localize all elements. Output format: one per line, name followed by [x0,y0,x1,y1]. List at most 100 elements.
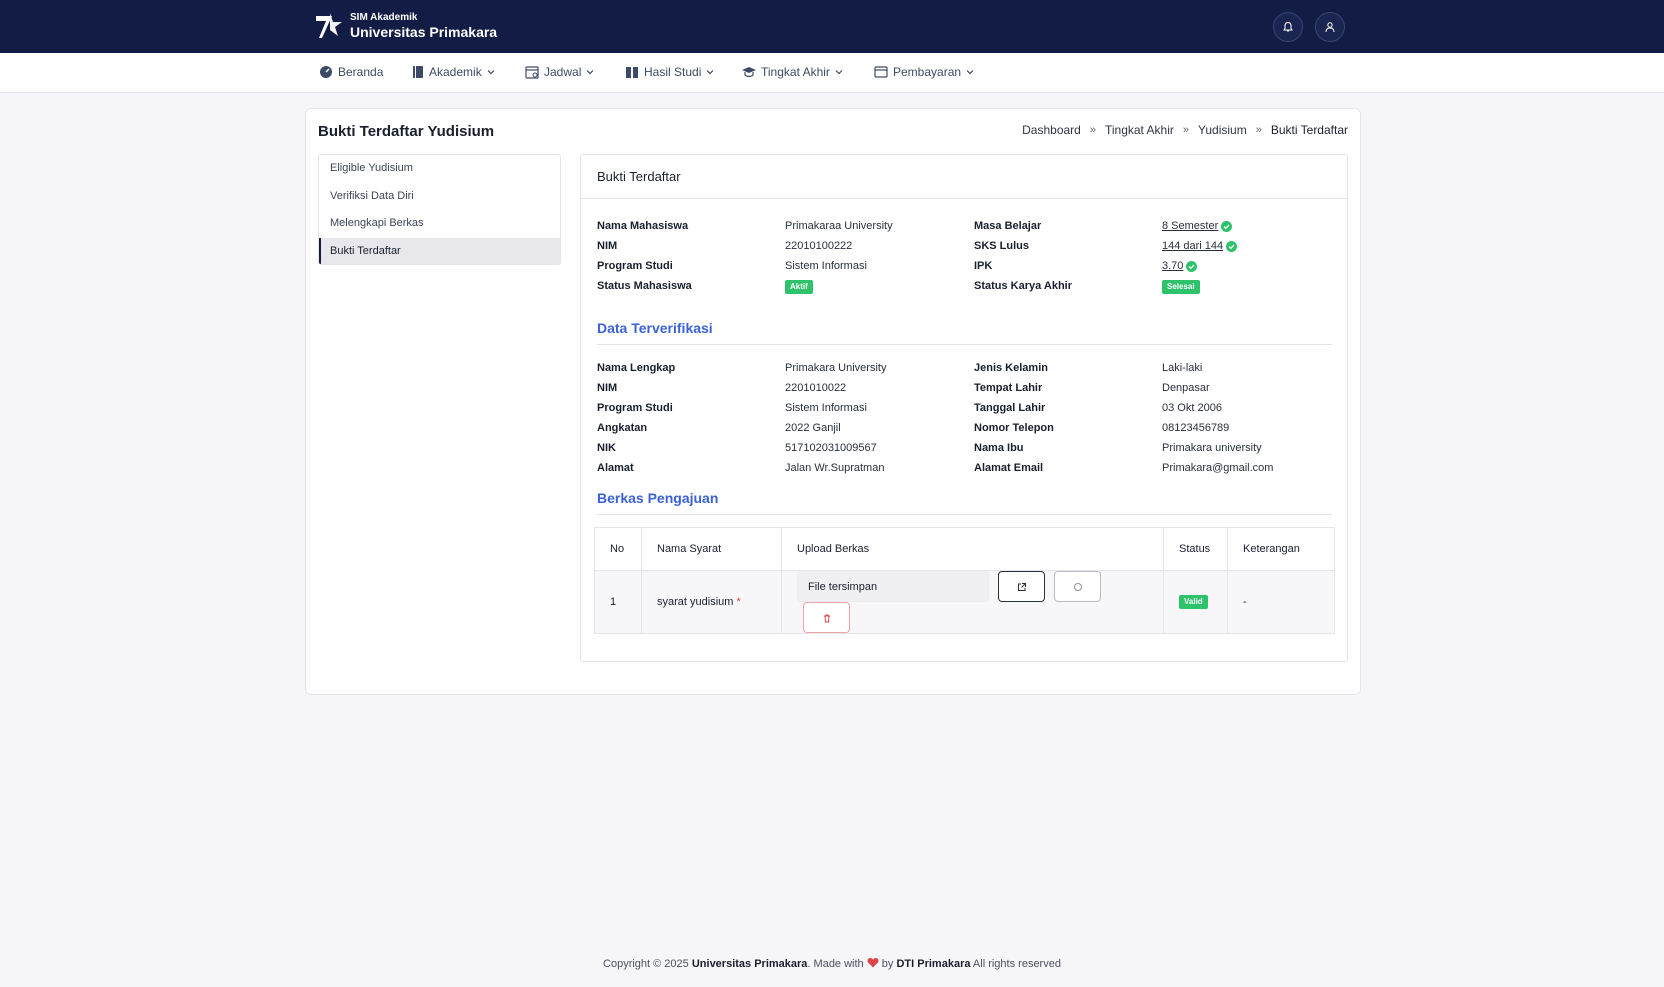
summary-label: Masa Belajar [974,220,1042,232]
status-mahasiswa-value: Aktif [785,280,813,294]
column-header: Status [1163,527,1228,571]
nav-label: Jadwal [544,65,582,79]
nav-label: Pembayaran [893,65,962,79]
row-number: 1 [594,570,642,634]
breadcrumb-separator-icon: » [1089,124,1096,136]
column-header: Keterangan [1227,527,1335,571]
chevron-down-icon [586,70,594,75]
sks-lulus-link[interactable]: 144 dari 144 [1162,240,1223,252]
nav-tingkat-akhir[interactable]: Tingkat Akhir [742,65,843,79]
verified-label: NIK [597,442,616,454]
masa-belajar-link[interactable]: 8 Semester [1162,220,1218,232]
verified-label: Tempat Lahir [974,382,1043,394]
ipk-link[interactable]: 3.70 [1162,260,1183,272]
section-title-files: Berkas Pengajuan [597,490,719,506]
upload-cell: File tersimpan [781,570,1164,634]
summary-value: Primakaraa University [785,220,893,232]
bell-icon [1283,21,1293,32]
summary-label: IPK [974,260,993,272]
nav-label: Hasil Studi [644,65,702,79]
chevron-down-icon [966,70,974,75]
verified-value: 2022 Ganjil [785,422,841,434]
check-circle-icon [1226,240,1238,252]
brand-subtitle: SIM Akademik [350,11,418,23]
open-book-icon [626,67,638,78]
nav-pembayaran[interactable]: Pembayaran [874,65,974,79]
notification-button[interactable] [1273,12,1303,42]
required-mark: * [736,596,741,608]
verified-label: Tanggal Lahir [974,402,1046,414]
panel-title: Bukti Terdaftar [581,155,1347,199]
book-icon [413,66,423,78]
chevron-down-icon [706,70,714,75]
nav-hasil-studi[interactable]: Hasil Studi [625,65,714,79]
nav-label: Akademik [429,65,482,79]
main-nav: Beranda Akademik Jadwal Hasil Studi Ting… [0,53,1664,93]
section-divider [597,514,1332,515]
delete-file-button[interactable] [803,602,850,633]
breadcrumb-tingkat-akhir[interactable]: Tingkat Akhir [1105,123,1174,137]
summary-label: Status Karya Akhir [974,280,1073,292]
ipk-value: 3.70 [1162,260,1198,272]
verified-label: Program Studi [597,402,673,414]
wallet-icon [874,66,888,78]
nav-beranda[interactable]: Beranda [319,65,383,79]
table-row: 1 syarat yudisium * File tersimpan Valid… [594,570,1335,634]
footer-made: . Made with [807,958,864,970]
brand[interactable]: SIM Akademik Universitas Primakara [312,10,497,42]
summary-label: SKS Lulus [974,240,1030,252]
profile-button[interactable] [1315,12,1345,42]
section-title-verified: Data Terverifikasi [597,320,713,336]
summary-label: Status Mahasiswa [597,280,692,292]
footer-by: by [881,958,894,970]
status-karya-akhir-value: Selesai [1162,280,1200,294]
check-circle-icon [1186,260,1198,272]
calendar-icon [525,66,539,79]
verified-label: Nama Lengkap [597,362,676,374]
requirement-name-cell: syarat yudisium * [641,570,782,634]
summary-value: 22010100222 [785,240,853,252]
side-item-bukti-terdaftar[interactable]: Bukti Terdaftar [319,237,560,264]
external-link-icon [1017,582,1026,591]
verified-value: Sistem Informasi [785,402,867,414]
nav-akademik[interactable]: Akademik [412,65,495,79]
open-file-button[interactable] [998,571,1046,602]
breadcrumb-separator-icon: » [1182,124,1190,136]
masa-belajar-value: 8 Semester [1162,220,1233,232]
reupload-button[interactable] [1054,571,1102,602]
nav-label: Beranda [338,65,384,79]
side-item-eligible-yudisium[interactable]: Eligible Yudisium [319,155,560,183]
side-item-verifikasi-data-diri[interactable]: Verifiksi Data Diri [319,183,560,211]
verified-label: Nama Ibu [974,442,1024,454]
column-header: Upload Berkas [781,527,1164,571]
side-item-melengkapi-berkas[interactable]: Melengkapi Berkas [319,210,560,238]
verified-label: Jenis Kelamin [974,362,1048,374]
brand-title: Universitas Primakara [350,23,498,40]
status-badge: Aktif [785,280,813,294]
breadcrumb-separator-icon: » [1255,124,1262,136]
footer-team: DTI Primakara [896,958,971,970]
footer: Copyright © 2025 Universitas Primakara. … [0,957,1664,970]
uploaded-file-field[interactable]: File tersimpan [797,571,989,602]
verified-value: Primakara university [1162,442,1262,454]
user-icon [1325,22,1335,33]
heart-icon [867,958,879,968]
footer-copyright: Copyright © 2025 [603,958,689,970]
verified-value: 03 Okt 2006 [1162,402,1222,414]
column-header: Nama Syarat [641,527,782,571]
trash-icon [823,614,830,622]
verified-label: Alamat Email [974,462,1044,474]
breadcrumb-dashboard[interactable]: Dashboard [1022,123,1081,137]
graduation-cap-icon [742,67,756,78]
files-table: No Nama Syarat Upload Berkas Status Kete… [594,527,1335,634]
dashboard-icon [320,66,332,78]
verified-value: 2201010022 [785,382,847,394]
summary-label: Program Studi [597,260,673,272]
breadcrumb-current: Bukti Terdaftar [1270,123,1348,137]
verified-label: Alamat [597,462,634,474]
verified-value: Primakara University [785,362,887,374]
nav-jadwal[interactable]: Jadwal [525,65,594,79]
summary-label: Nama Mahasiswa [597,220,689,232]
breadcrumb-yudisium[interactable]: Yudisium [1198,123,1247,137]
footer-org: Universitas Primakara [691,958,808,970]
